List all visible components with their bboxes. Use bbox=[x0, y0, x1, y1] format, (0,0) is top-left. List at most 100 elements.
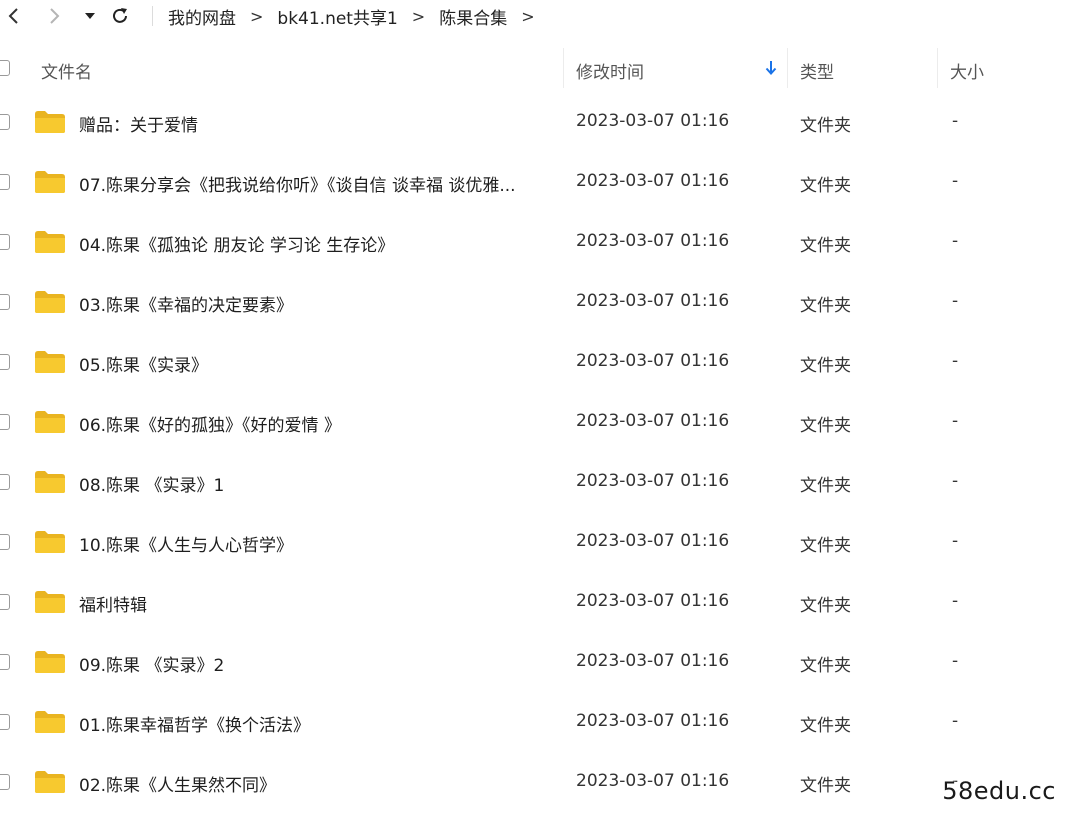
file-row[interactable]: 福利特辑 2023-03-07 01:16 文件夹 - bbox=[0, 572, 1072, 632]
file-name[interactable]: 03.陈果《幸福的决定要素》 bbox=[79, 291, 549, 316]
file-type: 文件夹 bbox=[800, 656, 851, 676]
file-type: 文件夹 bbox=[800, 236, 851, 256]
file-size: - bbox=[952, 471, 959, 491]
file-row[interactable]: 赠品：关于爱情 2023-03-07 01:16 文件夹 - bbox=[0, 92, 1072, 152]
folder-icon bbox=[35, 231, 65, 253]
breadcrumb-item-share[interactable]: bk41.net共享1 bbox=[277, 4, 397, 29]
back-button[interactable] bbox=[2, 4, 26, 28]
file-row[interactable]: 10.陈果《人生与人心哲学》 2023-03-07 01:16 文件夹 - bbox=[0, 512, 1072, 572]
file-name[interactable]: 02.陈果《人生果然不同》 bbox=[79, 771, 549, 796]
file-modified-time: 2023-03-07 01:16 bbox=[576, 351, 730, 371]
breadcrumb-item-current[interactable]: 陈果合集 bbox=[439, 4, 507, 29]
row-checkbox[interactable] bbox=[0, 714, 10, 730]
forward-button[interactable] bbox=[42, 4, 66, 28]
file-type: 文件夹 bbox=[800, 416, 851, 436]
breadcrumb: 我的网盘 > bk41.net共享1 > 陈果合集 > bbox=[168, 4, 549, 29]
file-size: - bbox=[952, 651, 959, 671]
file-name[interactable]: 赠品：关于爱情 bbox=[79, 111, 549, 136]
toolbar: 我的网盘 > bk41.net共享1 > 陈果合集 > bbox=[0, 0, 1072, 32]
arrow-down-icon[interactable] bbox=[765, 60, 777, 76]
chevron-left-icon bbox=[8, 8, 18, 24]
file-row[interactable]: 05.陈果《实录》 2023-03-07 01:16 文件夹 - bbox=[0, 332, 1072, 392]
chevron-right-icon bbox=[50, 8, 60, 24]
row-checkbox[interactable] bbox=[0, 354, 10, 370]
file-row[interactable]: 09.陈果 《实录》2 2023-03-07 01:16 文件夹 - bbox=[0, 632, 1072, 692]
row-checkbox[interactable] bbox=[0, 594, 10, 610]
column-divider[interactable] bbox=[563, 48, 564, 88]
file-size: - bbox=[952, 171, 959, 191]
row-checkbox[interactable] bbox=[0, 414, 10, 430]
breadcrumb-item-root[interactable]: 我的网盘 bbox=[168, 4, 236, 29]
file-name[interactable]: 福利特辑 bbox=[79, 591, 549, 616]
column-divider[interactable] bbox=[787, 48, 788, 88]
file-row[interactable]: 03.陈果《幸福的决定要素》 2023-03-07 01:16 文件夹 - bbox=[0, 272, 1072, 332]
file-name[interactable]: 06.陈果《好的孤独》《好的爱情 》 bbox=[79, 411, 549, 436]
folder-icon bbox=[35, 411, 65, 433]
file-modified-time: 2023-03-07 01:16 bbox=[576, 651, 730, 671]
file-modified-time: 2023-03-07 01:16 bbox=[576, 531, 730, 551]
file-name[interactable]: 07.陈果分享会《把我说给你听》《谈自信 谈幸福 谈优雅... bbox=[79, 171, 549, 196]
file-modified-time: 2023-03-07 01:16 bbox=[576, 231, 730, 251]
folder-icon bbox=[35, 591, 65, 613]
row-checkbox[interactable] bbox=[0, 294, 10, 310]
file-size: - bbox=[952, 411, 959, 431]
file-list-header: 文件名 修改时间 类型 大小 bbox=[0, 44, 1072, 92]
breadcrumb-separator: > bbox=[521, 6, 535, 26]
file-name[interactable]: 01.陈果幸福哲学《换个活法》 bbox=[79, 711, 549, 736]
file-name[interactable]: 08.陈果 《实录》1 bbox=[79, 471, 549, 496]
file-modified-time: 2023-03-07 01:16 bbox=[576, 711, 730, 731]
file-modified-time: 2023-03-07 01:16 bbox=[576, 291, 730, 311]
file-name[interactable]: 05.陈果《实录》 bbox=[79, 351, 549, 376]
file-row[interactable]: 08.陈果 《实录》1 2023-03-07 01:16 文件夹 - bbox=[0, 452, 1072, 512]
folder-icon bbox=[35, 171, 65, 193]
refresh-icon bbox=[113, 8, 127, 23]
folder-icon bbox=[35, 291, 65, 313]
file-size: - bbox=[952, 291, 959, 311]
folder-icon bbox=[35, 351, 65, 373]
watermark: 58edu.cc bbox=[942, 777, 1056, 805]
file-row[interactable]: 06.陈果《好的孤独》《好的爱情 》 2023-03-07 01:16 文件夹 … bbox=[0, 392, 1072, 452]
column-header-name[interactable]: 文件名 bbox=[41, 58, 92, 83]
row-checkbox[interactable] bbox=[0, 654, 10, 670]
toolbar-divider bbox=[152, 6, 153, 26]
file-modified-time: 2023-03-07 01:16 bbox=[576, 771, 730, 791]
column-header-modified[interactable]: 修改时间 bbox=[576, 58, 644, 83]
history-dropdown-button[interactable] bbox=[78, 4, 102, 28]
file-type: 文件夹 bbox=[800, 596, 851, 616]
file-row[interactable]: 04.陈果《孤独论 朋友论 学习论 生存论》 2023-03-07 01:16 … bbox=[0, 212, 1072, 272]
folder-icon bbox=[35, 111, 65, 133]
column-header-size[interactable]: 大小 bbox=[950, 58, 984, 83]
file-name[interactable]: 09.陈果 《实录》2 bbox=[79, 651, 549, 676]
file-type: 文件夹 bbox=[800, 776, 851, 796]
row-checkbox[interactable] bbox=[0, 174, 10, 190]
file-modified-time: 2023-03-07 01:16 bbox=[576, 171, 730, 191]
folder-icon bbox=[35, 531, 65, 553]
folder-icon bbox=[35, 711, 65, 733]
file-size: - bbox=[952, 231, 959, 251]
file-size: - bbox=[952, 351, 959, 371]
row-checkbox[interactable] bbox=[0, 474, 10, 490]
file-type: 文件夹 bbox=[800, 716, 851, 736]
file-size: - bbox=[952, 711, 959, 731]
breadcrumb-separator: > bbox=[250, 6, 264, 26]
row-checkbox[interactable] bbox=[0, 774, 10, 790]
row-checkbox[interactable] bbox=[0, 534, 10, 550]
file-modified-time: 2023-03-07 01:16 bbox=[576, 111, 730, 131]
column-divider[interactable] bbox=[937, 48, 938, 88]
file-name[interactable]: 04.陈果《孤独论 朋友论 学习论 生存论》 bbox=[79, 231, 549, 256]
file-size: - bbox=[952, 111, 959, 131]
column-header-type[interactable]: 类型 bbox=[800, 58, 834, 83]
file-type: 文件夹 bbox=[800, 296, 851, 316]
file-name[interactable]: 10.陈果《人生与人心哲学》 bbox=[79, 531, 549, 556]
row-checkbox[interactable] bbox=[0, 114, 10, 130]
row-checkbox[interactable] bbox=[0, 234, 10, 250]
folder-icon bbox=[35, 771, 65, 793]
folder-icon bbox=[35, 651, 65, 673]
file-size: - bbox=[952, 531, 959, 551]
select-all-checkbox[interactable] bbox=[0, 60, 10, 76]
refresh-button[interactable] bbox=[108, 4, 132, 28]
file-row[interactable]: 01.陈果幸福哲学《换个活法》 2023-03-07 01:16 文件夹 - bbox=[0, 692, 1072, 752]
file-row[interactable]: 07.陈果分享会《把我说给你听》《谈自信 谈幸福 谈优雅... 2023-03-… bbox=[0, 152, 1072, 212]
file-modified-time: 2023-03-07 01:16 bbox=[576, 471, 730, 491]
file-row[interactable]: 02.陈果《人生果然不同》 2023-03-07 01:16 文件夹 - bbox=[0, 752, 1072, 812]
